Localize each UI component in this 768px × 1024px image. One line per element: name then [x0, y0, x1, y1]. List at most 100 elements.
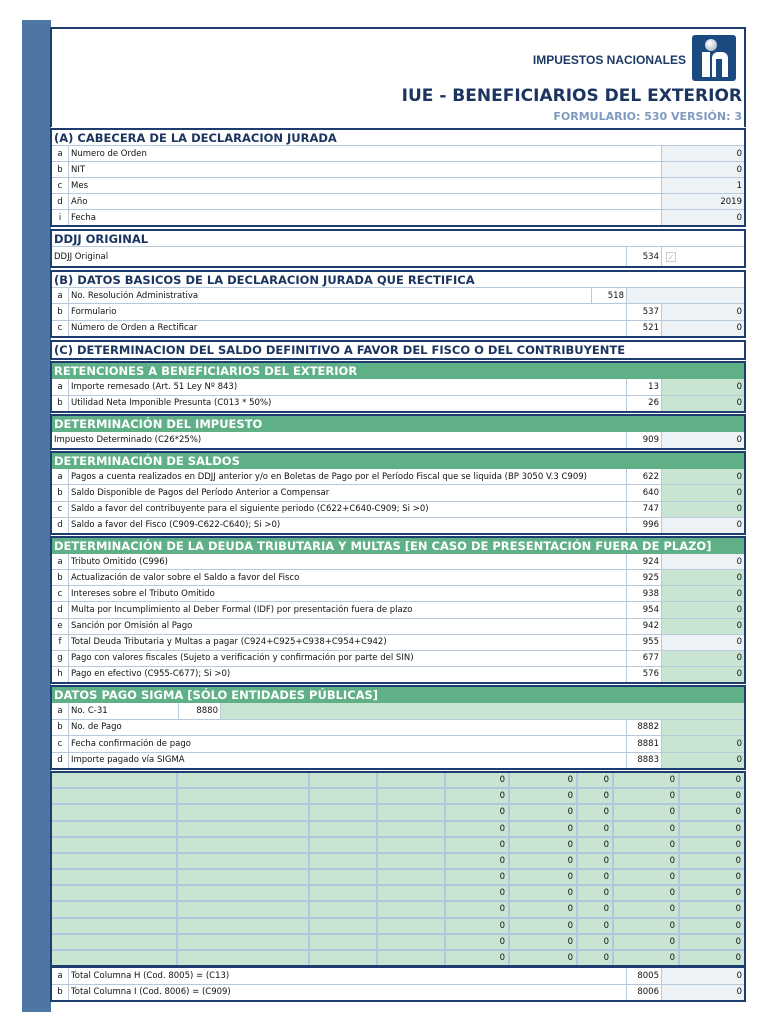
- grid-cell[interactable]: [378, 886, 446, 901]
- grid-cell[interactable]: [378, 950, 446, 966]
- grid-cell[interactable]: [310, 789, 378, 804]
- field-value-input[interactable]: 0: [662, 570, 744, 586]
- grid-cell[interactable]: 0: [578, 886, 614, 901]
- grid-cell[interactable]: 0: [614, 950, 680, 966]
- grid-cell[interactable]: [310, 821, 378, 836]
- grid-cell[interactable]: 0: [578, 870, 614, 885]
- field-value-input[interactable]: 0: [662, 666, 744, 682]
- grid-cell[interactable]: 0: [578, 789, 614, 804]
- grid-cell[interactable]: 0: [680, 951, 744, 965]
- grid-cell[interactable]: [52, 918, 178, 933]
- grid-cell[interactable]: [378, 853, 446, 869]
- grid-cell[interactable]: 0: [680, 822, 744, 836]
- grid-cell[interactable]: [178, 853, 310, 869]
- grid-cell[interactable]: 0: [578, 805, 614, 820]
- field-value-input[interactable]: 0: [662, 379, 744, 395]
- grid-cell[interactable]: 0: [510, 773, 578, 788]
- grid-cell[interactable]: [178, 950, 310, 966]
- grid-cell[interactable]: [378, 902, 446, 917]
- grid-cell[interactable]: [310, 886, 378, 901]
- grid-cell[interactable]: 0: [510, 950, 578, 966]
- grid-cell[interactable]: [178, 934, 310, 949]
- grid-cell[interactable]: [178, 886, 310, 901]
- field-value-input[interactable]: 0: [662, 634, 744, 650]
- grid-cell[interactable]: [310, 950, 378, 966]
- grid-cell[interactable]: 0: [510, 902, 578, 917]
- grid-cell[interactable]: 0: [680, 935, 744, 949]
- grid-cell[interactable]: 0: [446, 789, 510, 804]
- grid-cell[interactable]: 0: [446, 870, 510, 885]
- grid-cell[interactable]: 0: [680, 902, 744, 916]
- grid-cell[interactable]: 0: [446, 918, 510, 933]
- field-value-input[interactable]: 0: [662, 304, 744, 320]
- grid-cell[interactable]: [378, 837, 446, 852]
- grid-cell[interactable]: 0: [446, 853, 510, 869]
- field-value-input[interactable]: 0: [662, 146, 744, 161]
- field-value-input[interactable]: 0: [662, 968, 744, 984]
- grid-cell[interactable]: [310, 902, 378, 917]
- grid-cell[interactable]: [378, 821, 446, 836]
- grid-cell[interactable]: 0: [680, 919, 744, 933]
- grid-cell[interactable]: 0: [446, 902, 510, 917]
- grid-cell[interactable]: 0: [578, 950, 614, 966]
- grid-cell[interactable]: [52, 934, 178, 949]
- grid-cell[interactable]: 0: [614, 805, 680, 820]
- grid-cell[interactable]: [178, 821, 310, 836]
- grid-cell[interactable]: [178, 902, 310, 917]
- ddjj-original-checkbox[interactable]: ✓: [666, 251, 676, 262]
- field-value-input[interactable]: 0: [662, 752, 744, 768]
- grid-cell[interactable]: [52, 950, 178, 966]
- grid-cell[interactable]: [178, 918, 310, 933]
- field-value-input[interactable]: 0: [662, 517, 744, 533]
- grid-cell[interactable]: [378, 789, 446, 804]
- grid-cell[interactable]: [310, 934, 378, 949]
- grid-cell[interactable]: 0: [510, 837, 578, 852]
- grid-cell[interactable]: 0: [614, 853, 680, 869]
- grid-cell[interactable]: 0: [614, 773, 680, 788]
- grid-cell[interactable]: [310, 837, 378, 852]
- grid-cell[interactable]: 0: [614, 934, 680, 949]
- grid-cell[interactable]: [178, 870, 310, 885]
- grid-cell[interactable]: [178, 805, 310, 820]
- field-value-input[interactable]: 0: [662, 469, 744, 485]
- grid-cell[interactable]: [378, 805, 446, 820]
- grid-cell[interactable]: [52, 886, 178, 901]
- grid-cell[interactable]: 0: [446, 821, 510, 836]
- grid-cell[interactable]: 0: [614, 870, 680, 885]
- grid-cell[interactable]: [52, 805, 178, 820]
- grid-cell[interactable]: 0: [510, 789, 578, 804]
- grid-cell[interactable]: 0: [578, 773, 614, 788]
- grid-cell[interactable]: 0: [578, 902, 614, 917]
- grid-cell[interactable]: [178, 773, 310, 788]
- grid-cell[interactable]: [52, 789, 178, 804]
- grid-cell[interactable]: [310, 870, 378, 885]
- grid-cell[interactable]: [52, 853, 178, 869]
- grid-cell[interactable]: [310, 773, 378, 788]
- grid-cell[interactable]: 0: [680, 773, 744, 787]
- field-value-input[interactable]: 0: [662, 618, 744, 634]
- grid-cell[interactable]: 0: [614, 789, 680, 804]
- grid-cell[interactable]: 0: [446, 886, 510, 901]
- field-value-input[interactable]: 0: [662, 554, 744, 570]
- grid-cell[interactable]: 0: [614, 902, 680, 917]
- field-value-input[interactable]: 0: [662, 432, 744, 448]
- grid-cell[interactable]: [378, 870, 446, 885]
- field-value-input[interactable]: 0: [662, 602, 744, 618]
- grid-cell[interactable]: 0: [510, 853, 578, 869]
- grid-cell[interactable]: 0: [680, 838, 744, 852]
- grid-cell[interactable]: 0: [614, 821, 680, 836]
- grid-cell[interactable]: [52, 821, 178, 836]
- field-value-input[interactable]: 0: [662, 320, 744, 336]
- grid-cell[interactable]: 0: [510, 934, 578, 949]
- field-value-input[interactable]: 0: [662, 650, 744, 666]
- grid-cell[interactable]: 0: [578, 853, 614, 869]
- field-value-input[interactable]: 0: [662, 736, 744, 752]
- grid-cell[interactable]: [378, 934, 446, 949]
- grid-cell[interactable]: 0: [578, 934, 614, 949]
- field-value-input[interactable]: 0: [662, 586, 744, 602]
- grid-cell[interactable]: [178, 837, 310, 852]
- field-value-input[interactable]: 0: [662, 210, 744, 225]
- grid-cell[interactable]: 0: [680, 886, 744, 900]
- grid-cell[interactable]: 0: [680, 870, 744, 884]
- grid-cell[interactable]: 0: [578, 821, 614, 836]
